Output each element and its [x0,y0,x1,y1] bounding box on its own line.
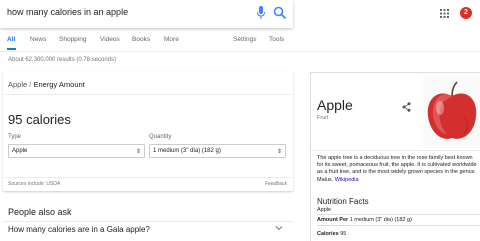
type-select[interactable]: Apple ⇕ [8,144,145,158]
people-also-ask-title: People also ask [8,207,72,217]
calories-value: 95 calories [8,112,71,127]
tab-videos[interactable]: Videos [100,36,120,43]
tab-tools[interactable]: Tools [269,36,284,43]
active-tab-indicator [7,48,16,50]
type-label: Type [8,134,22,140]
amount-per-label: Amount Per [317,217,349,223]
nutrition-divider [317,225,480,226]
nutrition-amount-per: Amount Per 1 medium (3" dia) (182 g) [317,217,412,223]
kp-divider [311,150,480,151]
quantity-select[interactable]: 1 medium (3" dia) (182 g) ⇕ [149,144,286,158]
search-box[interactable]: how many calories in an apple [0,0,293,28]
result-stats: About 62,300,000 results (0.78 seconds) [8,57,117,63]
nutrition-divider [317,214,480,215]
tab-settings[interactable]: Settings [233,36,257,43]
quantity-select-value: 1 medium (3" dia) (182 g) [153,148,221,154]
knowledge-panel: Apple Fruit The apple tree is a deciduou… [310,72,480,241]
search-icon[interactable] [273,6,287,20]
nutrition-calories: Calories 95 [317,231,346,237]
tab-shopping[interactable]: Shopping [59,36,86,43]
breadcrumb-item[interactable]: Apple [8,80,27,89]
kp-title: Apple [317,97,353,113]
select-arrow-icon: ⇕ [135,149,141,155]
breadcrumb-current[interactable]: Energy Amount [33,80,84,89]
kp-subtitle: Fruit [317,115,328,121]
apple-image[interactable] [423,76,480,148]
paa-divider [3,221,293,222]
select-arrow-icon: ⇕ [276,149,282,155]
wikipedia-link[interactable]: Wikipedia [335,177,359,183]
tab-news[interactable]: News [30,36,46,43]
tab-more[interactable]: More [164,36,179,43]
card-divider [3,94,293,95]
calories-number: 95 [340,231,347,237]
tab-books[interactable]: Books [132,36,150,43]
search-input[interactable]: how many calories in an apple [7,7,128,17]
tab-all[interactable]: All [7,36,15,43]
feedback-link[interactable]: Feedback [265,181,287,187]
amount-per-value: 1 medium (3" dia) (182 g) [349,217,412,223]
quantity-label: Quantity [149,134,172,140]
chevron-down-icon[interactable] [275,224,283,232]
search-tabs: All News Shopping Videos Books More Sett… [0,36,480,51]
nutrition-facts-subtitle: Apple [317,207,332,213]
mic-icon[interactable] [256,6,266,20]
type-select-value: Apple [12,148,28,154]
card-footer-divider [3,177,293,178]
paa-question[interactable]: How many calories are in a Gala apple? [8,225,150,234]
sources-text: Sources include: USDA [8,181,61,187]
share-icon[interactable] [402,102,411,112]
nutrition-facts-title: Nutrition Facts [317,197,369,206]
breadcrumb-separator: / [29,80,32,89]
calories-label: Calories [317,231,339,237]
nutrition-card: Apple / Energy Amount 95 calories Type A… [3,72,293,191]
kp-description: The apple tree is a deciduous tree in th… [317,155,479,184]
breadcrumb: Apple / Energy Amount [8,80,85,89]
apps-icon[interactable] [440,9,449,18]
tabs-divider [0,51,480,52]
notification-badge[interactable]: 2 [460,7,472,19]
